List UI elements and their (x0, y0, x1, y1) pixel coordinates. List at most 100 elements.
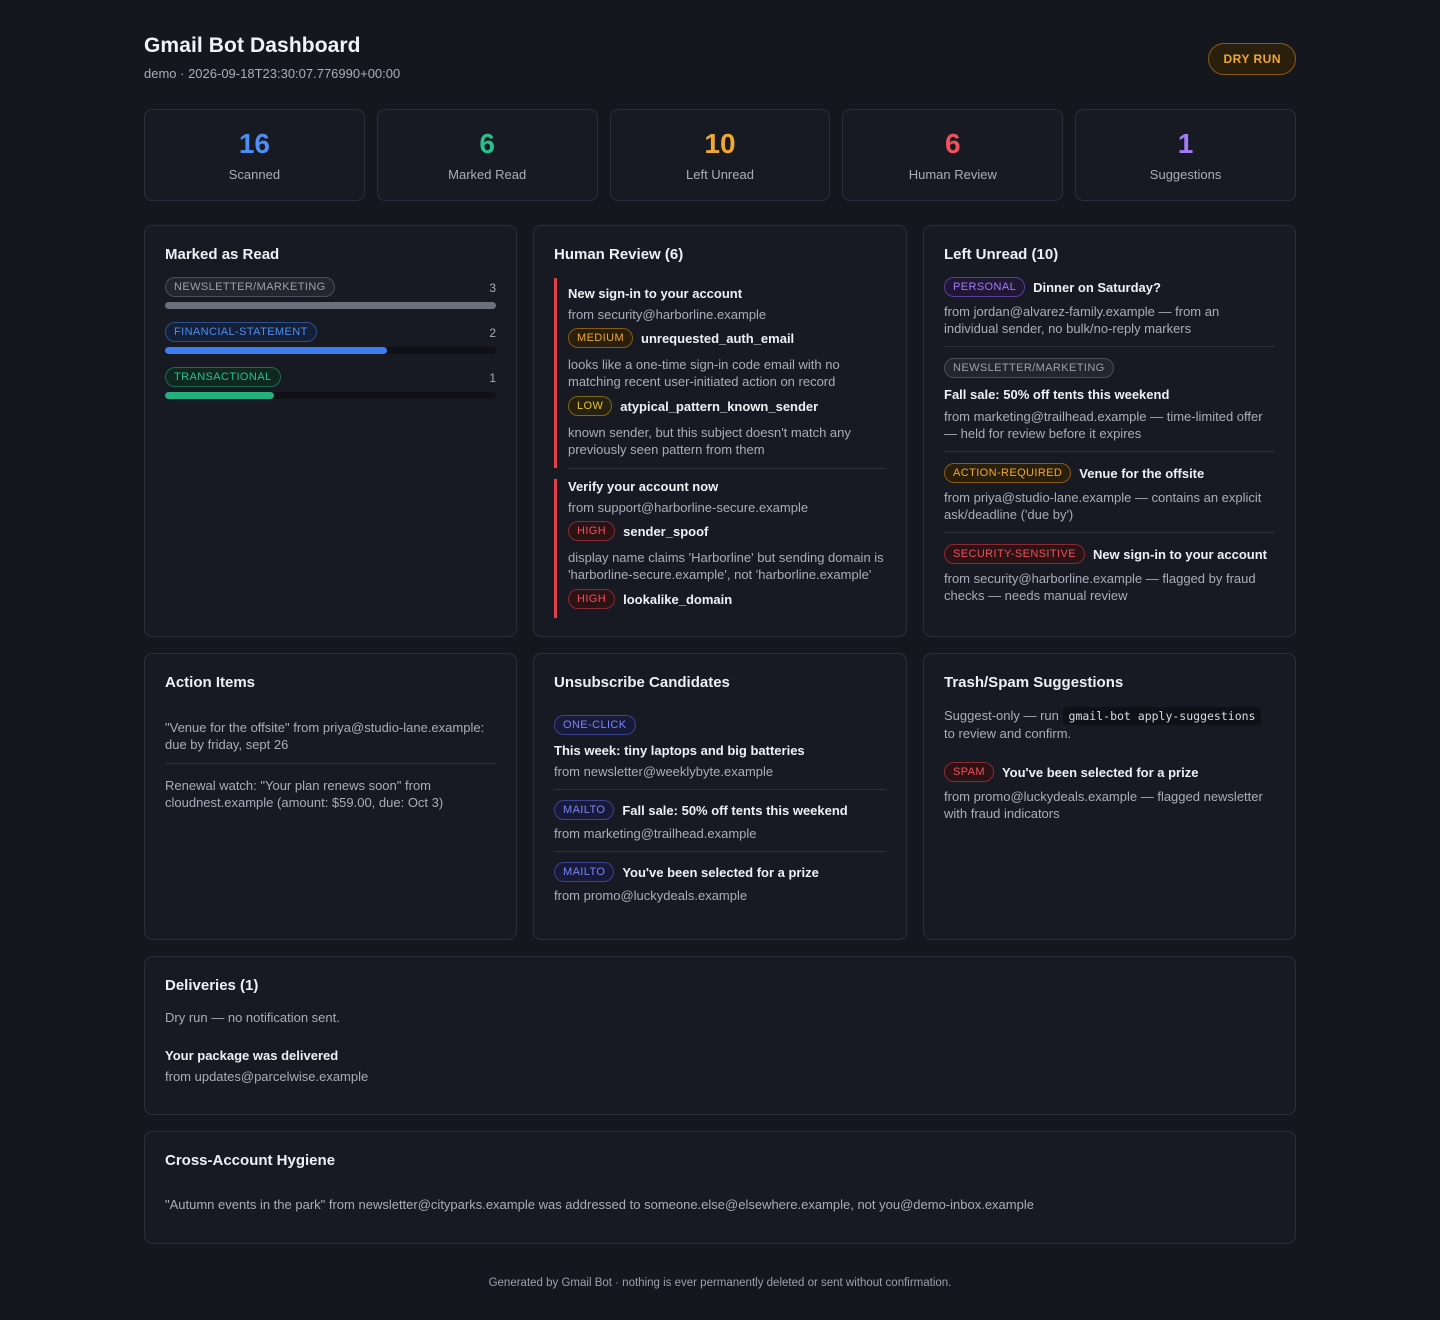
page-header: Gmail Bot Dashboard demo · 2026-09-18T23… (144, 34, 1296, 90)
suggestion-item[interactable]: SPAM You've been selected for a prize fr… (944, 762, 1275, 831)
review-item[interactable]: Verify your account now from support@har… (554, 479, 886, 618)
suggestion-note: Suggest-only — run gmail-bot apply-sugge… (944, 707, 1275, 742)
severity-badge: HIGH (568, 589, 616, 609)
unread-subject: New sign-in to your account (1092, 546, 1268, 562)
unsubscribe-item[interactable]: ONE-CLICK This week: tiny laptops and bi… (554, 715, 886, 790)
card-title: Cross-Account Hygiene (165, 1152, 336, 1169)
action-item: "Venue for the offsite" from priya@studi… (165, 719, 496, 764)
unread-item[interactable]: PERSONAL Dinner on Saturday? from jordan… (944, 277, 1275, 347)
stat-value: 6 (945, 127, 961, 159)
stats-row: 16 Scanned 6 Marked Read 10 Left Unread … (144, 109, 1296, 201)
category-bar (165, 347, 496, 354)
method-pill: MAILTO (554, 800, 615, 820)
hygiene-card: Cross-Account Hygiene "Autumn events in … (144, 1131, 1296, 1244)
stat-marked-read: 6 Marked Read (376, 109, 598, 201)
category-pill: ACTION-REQUIRED (944, 463, 1072, 483)
flag-code: unrequested_auth_email (641, 330, 795, 346)
page-footer: Generated by Gmail Bot · nothing is ever… (488, 1277, 952, 1289)
human-review-list[interactable]: New sign-in to your account from securit… (554, 278, 886, 618)
category-bar-fill (165, 347, 387, 354)
card-title: Action Items (165, 674, 256, 691)
flag-reason: looks like a one-time sign-in code email… (568, 357, 840, 389)
divider (568, 468, 886, 469)
flag-code: atypical_pattern_known_sender (620, 398, 819, 414)
unsubscribe-from: from promo@luckydeals.example (554, 888, 748, 903)
category-pill: SECURITY-SENSITIVE (944, 544, 1085, 564)
unread-detail: from priya@studio-lane.example — contain… (944, 490, 1262, 522)
category-count: 1 (489, 371, 496, 385)
stat-value: 6 (479, 127, 495, 159)
unsubscribe-subject: This week: tiny laptops and big batterie… (554, 743, 805, 758)
flag-code: lookalike_domain (623, 591, 733, 607)
action-item: Renewal watch: "Your plan renews soon" f… (165, 778, 444, 810)
delivery-note: Dry run — no notification sent. (165, 1010, 340, 1025)
unread-item[interactable]: NEWSLETTER/MARKETING Fall sale: 50% off … (944, 358, 1275, 452)
card-title: Human Review (6) (554, 246, 684, 263)
flag-reason: display name claims 'Harborline' but sen… (568, 550, 884, 582)
card-title: Deliveries (1) (165, 977, 259, 994)
stat-label: Suggestions (1149, 166, 1222, 182)
unread-subject: Dinner on Saturday? (1033, 279, 1161, 295)
risk-flag: LOW atypical_pattern_known_sender (568, 396, 886, 416)
stat-scanned: 16 Scanned (144, 109, 365, 201)
unsubscribe-from: from newsletter@weeklybyte.example (554, 764, 774, 779)
risk-flag: HIGH sender_spoof (568, 521, 886, 541)
page-subtitle: demo · 2026-09-18T23:30:07.776990+00:00 (144, 66, 401, 81)
category-bar (165, 302, 496, 309)
hygiene-item: "Autumn events in the park" from newslet… (165, 1197, 1034, 1212)
unread-item[interactable]: SECURITY-SENSITIVE New sign-in to your a… (944, 544, 1275, 613)
stat-suggestions: 1 Suggestions (1075, 109, 1296, 201)
category-pill: NEWSLETTER/MARKETING (165, 277, 335, 297)
unsubscribe-item[interactable]: MAILTO You've been selected for a prize … (554, 862, 886, 913)
category-bar-fill (165, 392, 275, 399)
unsubscribe-subject: You've been selected for a prize (622, 864, 819, 880)
severity-badge: HIGH (568, 521, 616, 541)
method-pill: MAILTO (554, 862, 615, 882)
delivery-from: from updates@parcelwise.example (165, 1069, 369, 1084)
stat-label: Human Review (908, 166, 997, 182)
delivery-subject: Your package was delivered (165, 1048, 339, 1063)
unread-detail: from security@harborline.example — flagg… (944, 571, 1256, 603)
card-title: Marked as Read (165, 246, 280, 263)
unread-item[interactable]: ACTION-REQUIRED Venue for the offsite fr… (944, 463, 1275, 533)
review-item[interactable]: New sign-in to your account from securit… (554, 278, 886, 468)
stat-value: 1 (1177, 127, 1194, 159)
risk-flag: HIGH lookalike_domain (568, 589, 886, 609)
category-count: 2 (489, 326, 496, 340)
card-title: Unsubscribe Candidates (554, 674, 730, 691)
severity-badge: MEDIUM (568, 328, 634, 348)
severity-badge: LOW (568, 396, 613, 416)
stat-left-unread: 10 Left Unread (609, 109, 831, 201)
flag-reason: known sender, but this subject doesn't m… (568, 425, 851, 457)
category-pill: PERSONAL (944, 277, 1026, 297)
unsubscribe-card: Unsubscribe Candidates ONE-CLICK This we… (533, 653, 907, 940)
stat-value: 16 (238, 127, 270, 159)
unsubscribe-subject: Fall sale: 50% off tents this weekend (622, 802, 848, 818)
human-review-card: Human Review (6) New sign-in to your acc… (533, 225, 907, 637)
category-row: NEWSLETTER/MARKETING 3 (165, 277, 496, 322)
category-row: FINANCIAL-STATEMENT 2 (165, 322, 496, 367)
suggestion-detail: from promo@luckydeals.example — flagged … (944, 789, 1263, 821)
unread-subject: Venue for the offsite (1079, 465, 1205, 481)
unsubscribe-from: from marketing@trailhead.example (554, 826, 757, 841)
category-count: 3 (489, 281, 496, 295)
stat-label: Scanned (228, 166, 281, 182)
stat-human-review: 6 Human Review (842, 109, 1064, 201)
risk-flag: MEDIUM unrequested_auth_email (568, 328, 886, 348)
category-row: TRANSACTIONAL 1 (165, 367, 496, 412)
unsubscribe-item[interactable]: MAILTO Fall sale: 50% off tents this wee… (554, 800, 886, 852)
note-prefix: Suggest-only — run (944, 708, 1059, 723)
left-unread-card: Left Unread (10) PERSONAL Dinner on Satu… (923, 225, 1296, 637)
dry-run-badge: DRY RUN (1208, 43, 1296, 75)
category-pill: TRANSACTIONAL (165, 367, 281, 387)
flag-code: sender_spoof (623, 523, 709, 539)
trash-suggestions-card: Trash/Spam Suggestions Suggest-only — ru… (923, 653, 1296, 940)
category-bar-fill (165, 302, 496, 309)
unread-subject: Fall sale: 50% off tents this weekend (944, 387, 1170, 402)
review-from: from support@harborline-secure.example (568, 500, 809, 515)
stat-label: Left Unread (686, 166, 754, 182)
method-pill: ONE-CLICK (554, 715, 636, 735)
category-pill: FINANCIAL-STATEMENT (165, 322, 317, 342)
command-snippet: gmail-bot apply-suggestions (1062, 707, 1262, 725)
stat-value: 10 (704, 127, 736, 159)
